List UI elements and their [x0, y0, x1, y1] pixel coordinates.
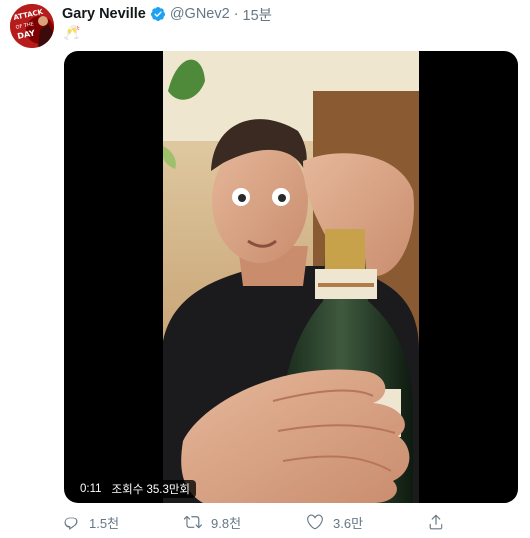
tweet[interactable]: ATTACK OF THE DAY Gary Neville @GNev2 · …: [0, 0, 530, 538]
retweet-count: 9.8천: [211, 515, 242, 531]
like-count: 3.6만: [333, 515, 364, 531]
author-handle[interactable]: @GNev2: [170, 6, 230, 22]
tweet-header: Gary Neville @GNev2 · 15분: [62, 4, 272, 25]
video-duration: 0:11: [80, 483, 102, 495]
video-frame: [163, 51, 419, 503]
share-button[interactable]: [427, 511, 454, 533]
tweet-actions: 1.5천 9.8천 3.6만: [62, 511, 462, 533]
author-name[interactable]: Gary Neville: [62, 6, 146, 22]
retweet-button[interactable]: 9.8천: [184, 511, 241, 533]
tweet-text: 🥂: [63, 24, 81, 40]
video-views: 조회수 35.3만회: [111, 484, 191, 496]
reply-count: 1.5천: [89, 515, 120, 531]
separator-dot: ·: [233, 6, 239, 22]
reply-icon: [64, 517, 78, 530]
like-icon: [307, 514, 323, 530]
video-info-badge: 0:11 조회수 35.3만회: [74, 480, 197, 498]
like-button[interactable]: 3.6만: [306, 511, 363, 533]
video-player[interactable]: 0:11 조회수 35.3만회: [64, 51, 518, 503]
share-icon: [429, 514, 443, 530]
avatar-image: ATTACK OF THE DAY: [10, 4, 54, 48]
avatar[interactable]: ATTACK OF THE DAY: [10, 4, 54, 48]
reply-button[interactable]: 1.5천: [62, 511, 119, 533]
video-still-image: [163, 51, 419, 503]
retweet-icon: [184, 515, 202, 529]
verified-badge-icon: [150, 6, 166, 22]
tweet-timestamp[interactable]: 15분: [243, 4, 272, 25]
